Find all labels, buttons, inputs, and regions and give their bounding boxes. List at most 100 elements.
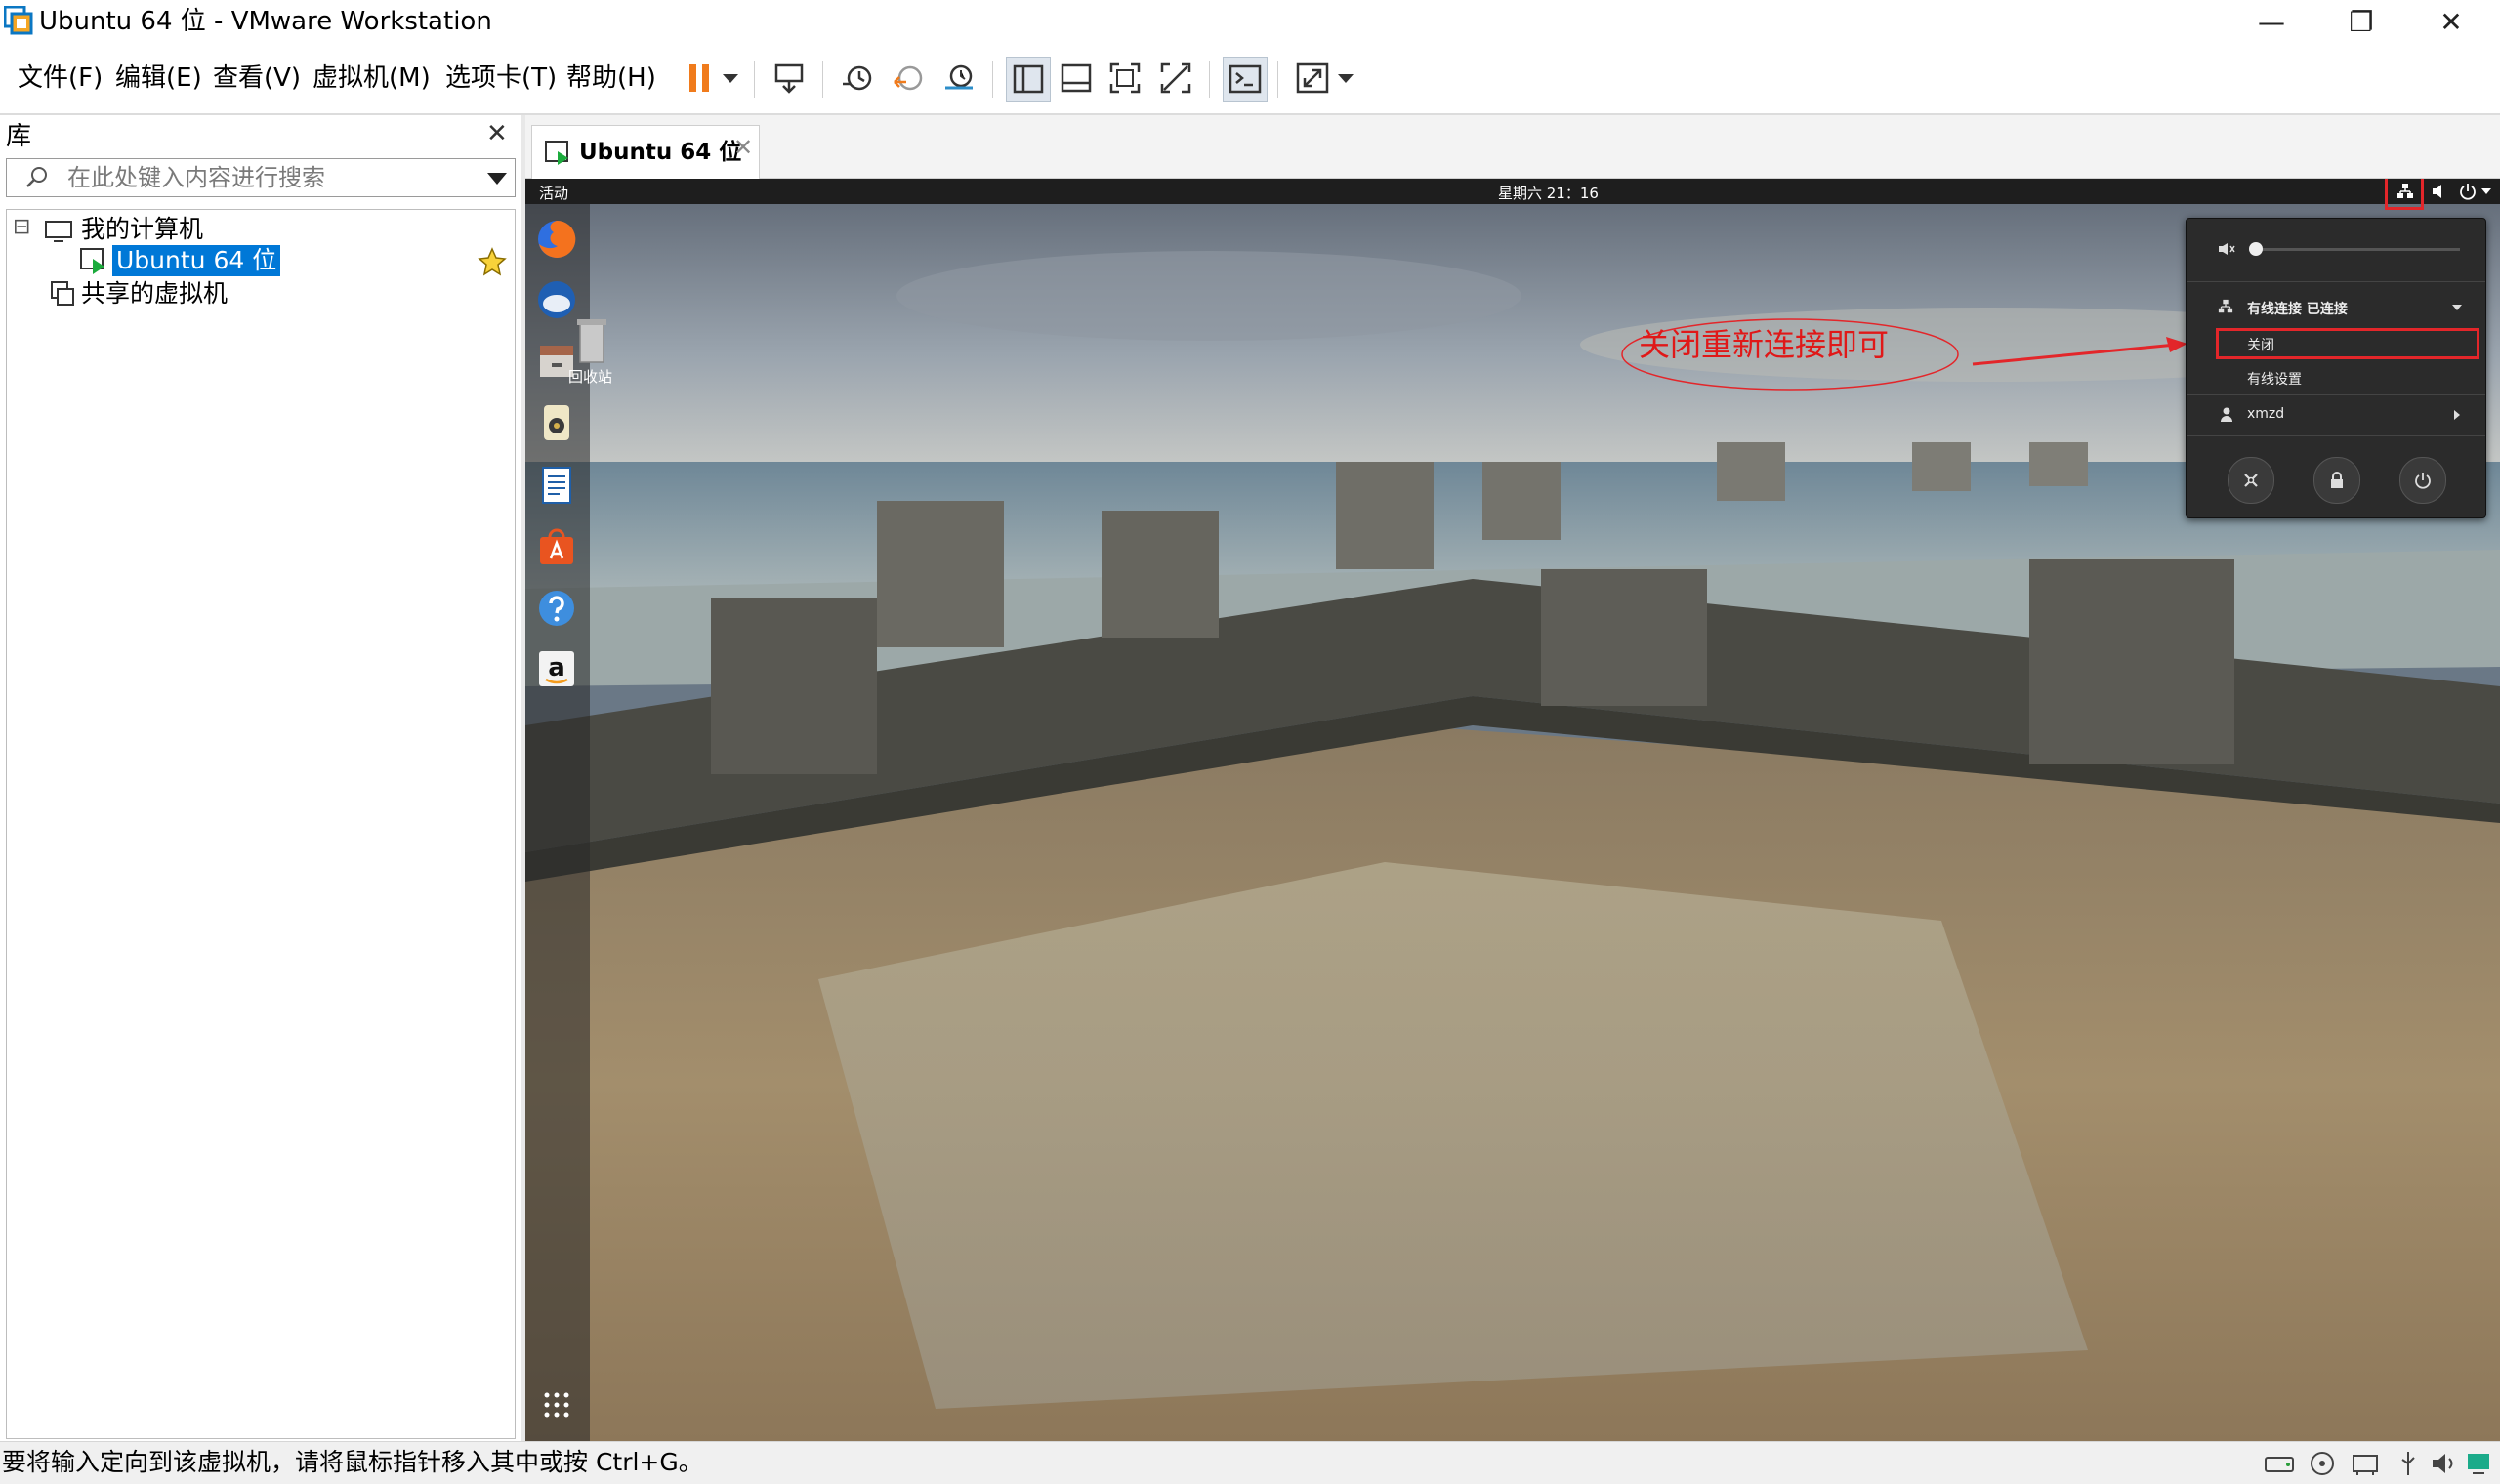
unity-mode-button[interactable] xyxy=(1154,57,1197,100)
chevron-down-icon xyxy=(2481,188,2491,194)
window-title: Ubuntu 64 位 - VMware Workstation xyxy=(39,7,492,36)
full-screen-icon xyxy=(1109,62,1141,94)
thumbnail-layout-icon xyxy=(1061,63,1092,93)
tab-close-button[interactable]: ✕ xyxy=(733,134,753,161)
full-screen-button[interactable] xyxy=(1104,57,1146,100)
network-icon-highlight xyxy=(2385,179,2424,210)
thunderbird-icon xyxy=(538,281,575,318)
sound-card-icon[interactable] xyxy=(2430,1450,2459,1477)
menu-help[interactable]: 帮助(H) xyxy=(566,61,656,96)
wired-settings-label: 有线设置 xyxy=(2247,372,2302,388)
chevron-down-icon xyxy=(1338,74,1354,83)
turn-off-wired-item[interactable]: 关闭 xyxy=(2187,328,2485,359)
tab-ubuntu-vm[interactable]: Ubuntu 64 位 ✕ xyxy=(531,125,760,179)
guest-clock[interactable]: 星期六 21：16 xyxy=(1498,183,1599,203)
chevron-down-icon xyxy=(723,74,738,83)
snapshot-manager-button[interactable] xyxy=(938,57,980,100)
revert-snapshot-button[interactable] xyxy=(887,57,930,100)
search-dropdown-icon[interactable] xyxy=(487,173,507,185)
network-adapter-icon[interactable] xyxy=(2350,1450,2381,1477)
show-library-button[interactable] xyxy=(1006,57,1051,102)
stretch-dropdown-button[interactable] xyxy=(1334,57,1357,100)
activities-button[interactable]: 活动 xyxy=(539,183,568,203)
thumbnail-bar-button[interactable] xyxy=(1055,57,1098,100)
minimize-button[interactable]: — xyxy=(2227,0,2316,43)
unity-icon xyxy=(1160,62,1191,94)
status-menu-popup: 有线连接 已连接 关闭 有线设置 xmzd xyxy=(2186,218,2486,518)
popup-separator xyxy=(2187,435,2485,436)
power-off-button[interactable] xyxy=(2399,457,2446,504)
tab-strip: Ubuntu 64 位 ✕ xyxy=(525,115,2500,179)
trash-icon[interactable] xyxy=(572,315,611,370)
vm-console[interactable]: 活动 星期六 21：16 a 回收站 关闭重新连接即可 有线连接 已连接 关闭 … xyxy=(525,179,2500,1441)
close-window-button[interactable]: ✕ xyxy=(2406,0,2496,43)
amazon-launcher[interactable]: a xyxy=(535,647,578,690)
speaker-icon xyxy=(544,405,569,440)
snapshot-manager-icon xyxy=(945,64,973,90)
wired-settings-item[interactable]: 有线设置 xyxy=(2187,365,2485,391)
menu-vm[interactable]: 虚拟机(M) xyxy=(312,61,431,96)
user-menu-item[interactable]: xmzd xyxy=(2187,400,2485,430)
chevron-down-icon xyxy=(2452,305,2462,310)
status-message: 要将输入定向到该虚拟机，请将鼠标指针移入其中或按 Ctrl+G。 xyxy=(2,1448,703,1476)
volume-icon xyxy=(2219,243,2235,255)
settings-tools-icon xyxy=(2244,474,2258,487)
vm-tab-icon xyxy=(545,141,568,165)
document-icon xyxy=(542,467,571,504)
annotation-text: 关闭重新连接即可 xyxy=(1639,326,1890,363)
tree-item-ubuntu-vm[interactable]: Ubuntu 64 位 xyxy=(112,245,281,276)
title-bar: Ubuntu 64 位 - VMware Workstation — ❐ ✕ xyxy=(0,0,2500,43)
shared-vms-icon xyxy=(51,281,74,306)
wired-connection-label: 有线连接 已连接 xyxy=(2247,302,2348,317)
help-icon xyxy=(539,591,574,626)
library-title: 库 xyxy=(6,122,32,151)
firefox-launcher[interactable] xyxy=(535,218,578,261)
send-ctrl-alt-del-button[interactable] xyxy=(768,57,811,100)
search-placeholder: 在此处键入内容进行搜索 xyxy=(67,164,325,191)
user-name-label: xmzd xyxy=(2247,406,2285,422)
library-close-button[interactable]: ✕ xyxy=(486,119,508,148)
library-search-input[interactable]: 在此处键入内容进行搜索 xyxy=(6,158,516,197)
firefox-icon xyxy=(538,220,576,258)
usb-icon[interactable] xyxy=(2393,1450,2424,1477)
vmware-logo-icon xyxy=(4,6,33,35)
console-view-button[interactable] xyxy=(1223,57,1268,102)
system-status-area[interactable] xyxy=(2385,179,2500,210)
tree-item-shared-vms[interactable]: 共享的虚拟机 xyxy=(81,278,228,309)
stretch-icon xyxy=(1296,62,1329,94)
help-launcher[interactable] xyxy=(535,587,578,630)
lock-button[interactable] xyxy=(2313,457,2360,504)
snapshot-clock-icon xyxy=(843,65,872,91)
revert-snapshot-icon xyxy=(894,65,923,91)
pause-dropdown-button[interactable] xyxy=(719,57,742,100)
snapshot-button[interactable] xyxy=(836,57,879,100)
tree-collapse-toggle[interactable]: ⊟ xyxy=(13,212,30,243)
software-launcher[interactable] xyxy=(535,526,578,569)
amazon-icon: a xyxy=(539,651,574,686)
menu-file[interactable]: 文件(F) xyxy=(18,61,103,96)
show-applications-button[interactable] xyxy=(535,1383,578,1426)
display-icon[interactable] xyxy=(2465,1450,2492,1477)
favorite-star-icon[interactable] xyxy=(478,247,507,276)
software-store-icon xyxy=(540,528,573,564)
volume-slider-track[interactable] xyxy=(2255,248,2460,251)
stretch-view-button[interactable] xyxy=(1291,57,1334,100)
menu-tabs[interactable]: 选项卡(T) xyxy=(445,61,557,96)
restore-button[interactable]: ❐ xyxy=(2316,0,2406,43)
hard-disk-icon[interactable] xyxy=(2264,1450,2295,1477)
wired-connection-header[interactable]: 有线连接 已连接 xyxy=(2187,293,2485,322)
menu-view[interactable]: 查看(V) xyxy=(213,61,301,96)
tree-item-my-computer[interactable]: 我的计算机 xyxy=(81,214,203,245)
cd-dvd-icon[interactable] xyxy=(2307,1450,2338,1477)
settings-button[interactable] xyxy=(2228,457,2274,504)
volume-slider-handle[interactable] xyxy=(2249,242,2263,256)
menu-edit[interactable]: 编辑(E) xyxy=(115,61,202,96)
rhythmbox-launcher[interactable] xyxy=(535,401,578,444)
user-icon xyxy=(2221,407,2232,422)
send-keys-icon xyxy=(774,63,804,94)
annotation-arrow xyxy=(1972,337,2188,366)
pause-button[interactable] xyxy=(678,57,721,100)
status-bar: 要将输入定向到该虚拟机，请将鼠标指针移入其中或按 Ctrl+G。 xyxy=(0,1441,2500,1484)
writer-launcher[interactable] xyxy=(535,464,578,507)
library-layout-icon xyxy=(1013,64,1044,94)
